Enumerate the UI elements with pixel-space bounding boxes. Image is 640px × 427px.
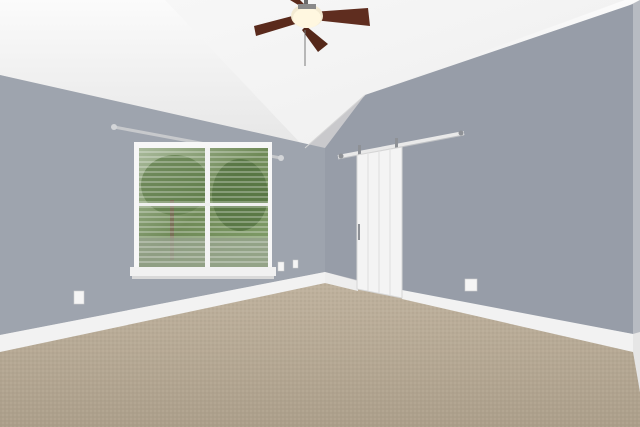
outlet-icon [292, 259, 299, 269]
empty-room-photo [0, 0, 640, 427]
room-illustration [0, 0, 640, 427]
outlet-icon [464, 278, 478, 292]
barn-door-icon [356, 146, 403, 299]
curtain-rod-finial-right [278, 155, 284, 161]
outlet-icon [277, 261, 285, 272]
curtain-rod-finial-left [111, 124, 117, 130]
outlet-icon [73, 290, 85, 305]
window-icon [130, 142, 276, 279]
